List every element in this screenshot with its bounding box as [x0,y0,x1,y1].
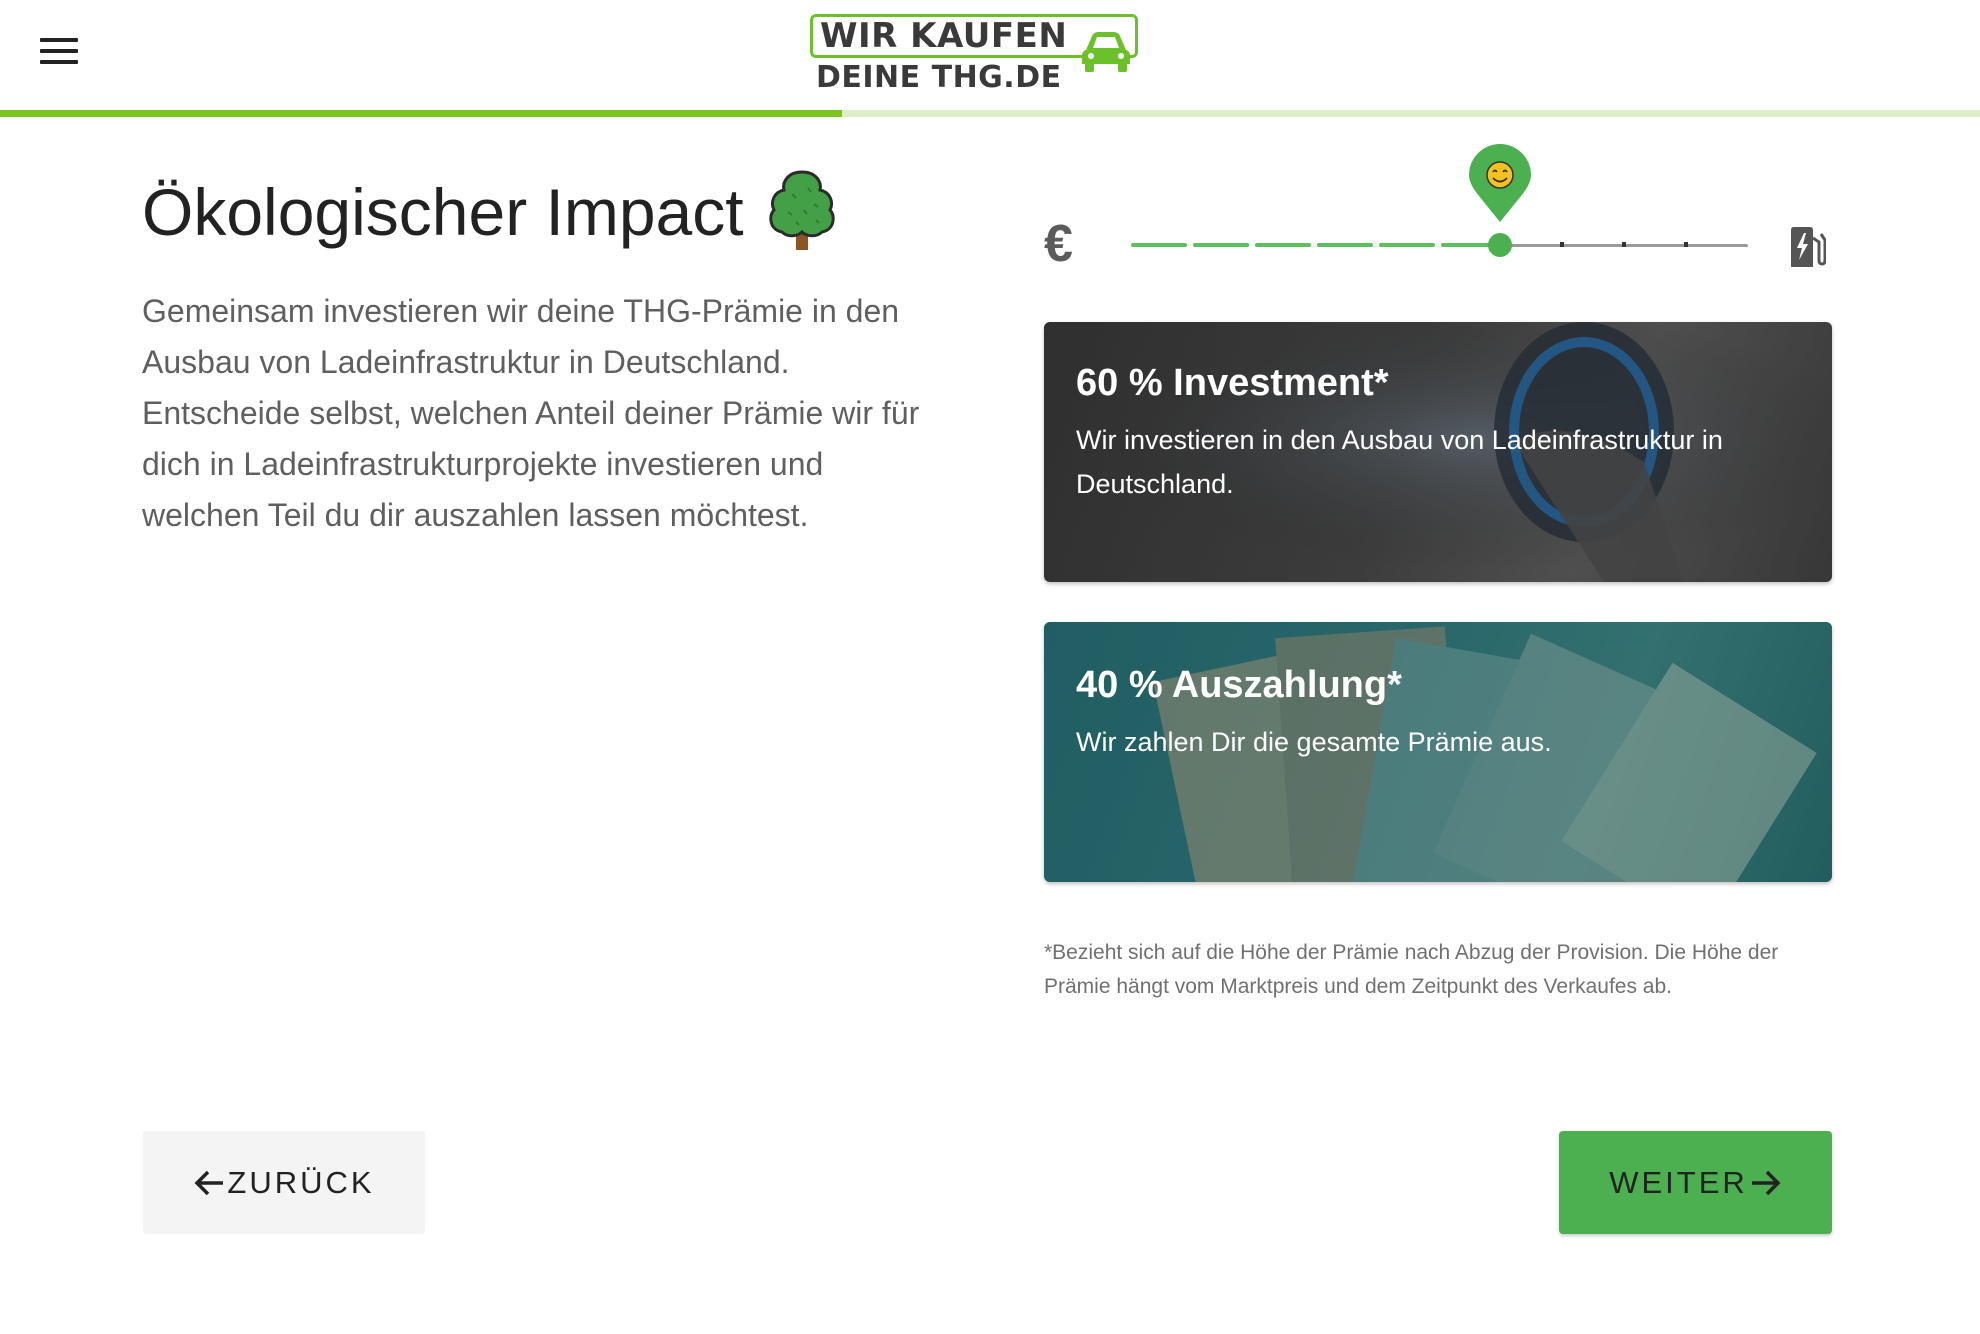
investment-card-text: Wir investieren in den Ausbau von Ladein… [1076,425,1723,499]
investment-card-title: 60 % Investment* [1076,362,1389,404]
tree-icon [768,170,835,250]
arrow-left-icon [194,1170,224,1195]
logo-text-line1: WIR KAUFEN [820,16,1068,56]
logo-text-line2: DEINE THG.DE [816,60,1062,95]
slider-rail-segment[interactable] [1624,244,1686,247]
progress-bar [0,110,1980,117]
intro-description: Gemeinsam investieren wir deine THG-Präm… [142,293,920,533]
payout-card-text: Wir zahlen Dir die gesamte Prämie aus. [1076,727,1552,757]
investment-slider[interactable]: € [1040,140,1840,270]
car-icon [1082,32,1130,72]
page-title: Ökologischer Impact [142,175,744,249]
slider-rail-segment[interactable] [1193,243,1249,247]
ev-charging-station-icon [1791,227,1826,267]
next-button[interactable]: WEITER [1559,1131,1832,1234]
slider-tick [1560,242,1564,247]
brand-logo[interactable]: WIR KAUFEN DEINE THG.DE [810,14,1142,95]
investment-card[interactable]: 60 % Investment* Wir investieren in den … [1044,322,1832,582]
arrow-right-icon [1751,1170,1781,1195]
slider-rail-segment[interactable] [1379,243,1435,247]
footnote: *Bezieht sich auf die Höhe der Prämie na… [1044,941,1779,998]
slider-tick [1684,242,1688,247]
slider-rail-segment[interactable] [1131,243,1187,247]
top-header: WIR KAUFEN DEINE THG.DE [0,0,1980,110]
back-button-label: ZURÜCK [227,1164,375,1200]
payout-card-title: 40 % Auszahlung* [1076,664,1402,706]
next-button-label: WEITER [1609,1164,1748,1200]
euro-icon: € [1044,215,1073,273]
slider-thumb[interactable] [1488,233,1512,257]
slider-rail-segment[interactable] [1562,244,1624,247]
slider-tick [1622,242,1626,247]
smiley-pin-icon[interactable] [1467,144,1533,224]
payout-card[interactable]: 40 % Auszahlung* Wir zahlen Dir die gesa… [1044,622,1832,882]
back-button[interactable]: ZURÜCK [143,1131,425,1234]
slider-rail-segment[interactable] [1317,243,1373,247]
progress-bar-fill [0,110,842,117]
slider-rail-segment[interactable] [1686,244,1748,247]
title-row: Ökologischer Impact [142,170,838,254]
hamburger-menu-icon[interactable] [40,38,84,68]
slider-rail-segment[interactable] [1255,243,1311,247]
